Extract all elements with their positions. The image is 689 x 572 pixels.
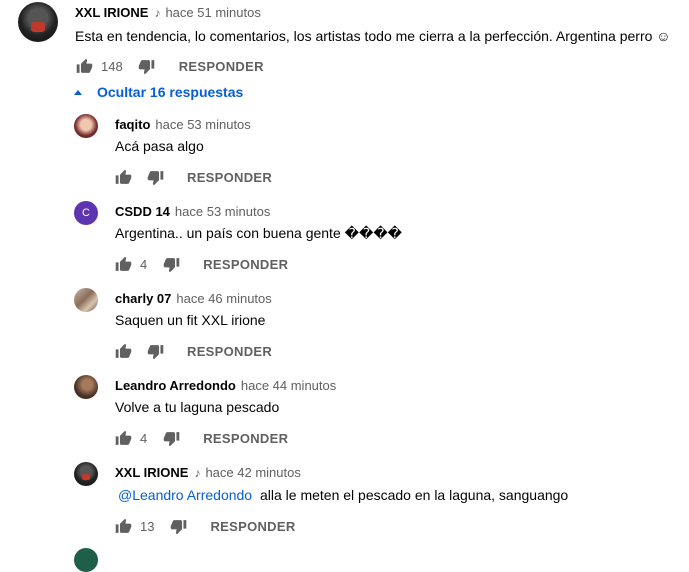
reply-time[interactable]: hace 44 minutos (241, 378, 336, 393)
hide-replies-button[interactable]: Ocultar 16 respuestas (74, 84, 243, 100)
reply-actions: 4 RESPONDER (113, 428, 288, 448)
author-name[interactable]: Leandro Arredondo (115, 378, 236, 393)
thumb-up-icon[interactable] (113, 254, 133, 274)
avatar[interactable] (74, 548, 98, 572)
thumb-down-icon[interactable] (161, 254, 181, 274)
reply-time[interactable]: hace 46 minutos (176, 291, 271, 306)
avatar-letter: C (82, 207, 90, 219)
avatar-image (82, 474, 90, 480)
reply-time[interactable]: hace 42 minutos (205, 465, 300, 480)
reply-text: Argentina.. un país con buena gente ���� (115, 225, 403, 241)
avatar[interactable] (74, 114, 98, 138)
thumb-up-icon[interactable] (113, 516, 133, 536)
comment-author: XXL IRIONE ♪ hace 51 minutos (75, 5, 261, 20)
thumb-up-icon[interactable] (113, 341, 133, 361)
reply-button[interactable]: RESPONDER (210, 519, 295, 534)
avatar-image (31, 22, 45, 32)
reply-author: faqito hace 53 minutos (115, 117, 251, 132)
thumb-down-icon[interactable] (161, 428, 181, 448)
like-count: 4 (140, 430, 148, 446)
reply-text: Saquen un fit XXL irione (115, 312, 266, 328)
music-note-icon: ♪ (194, 465, 201, 480)
author-name[interactable]: charly 07 (115, 291, 171, 306)
reply-author: CSDD 14 hace 53 minutos (115, 204, 270, 219)
author-name[interactable]: XXL IRIONE (75, 5, 148, 20)
comment-actions: 148 RESPONDER (74, 56, 264, 76)
thumb-up-icon[interactable] (74, 56, 94, 76)
thumb-up-icon[interactable] (113, 167, 133, 187)
reply-button[interactable]: RESPONDER (187, 344, 272, 359)
author-name[interactable]: XXL IRIONE (115, 465, 188, 480)
reply-time[interactable]: hace 53 minutos (175, 204, 270, 219)
reply-text: Acá pasa algo (115, 138, 204, 154)
mention-link[interactable]: @Leandro Arredondo (118, 487, 252, 503)
like-count: 148 (101, 58, 123, 74)
hide-replies-label: Ocultar 16 respuestas (97, 84, 244, 100)
reply-actions: RESPONDER (113, 341, 272, 361)
thumb-up-icon[interactable] (113, 428, 133, 448)
reply-actions: 4 RESPONDER (113, 254, 288, 274)
like-count: 4 (140, 256, 148, 272)
reply-actions: 13 RESPONDER (113, 516, 296, 536)
avatar[interactable] (74, 375, 98, 399)
reply-text: Volve a tu laguna pescado (115, 399, 280, 415)
reply-button[interactable]: RESPONDER (179, 59, 264, 74)
thumb-down-icon[interactable] (137, 56, 157, 76)
avatar[interactable]: C (74, 201, 98, 225)
avatar[interactable] (74, 288, 98, 312)
thumb-down-icon[interactable] (168, 516, 188, 536)
reply-actions: RESPONDER (113, 167, 272, 187)
author-name[interactable]: CSDD 14 (115, 204, 170, 219)
reply-button[interactable]: RESPONDER (187, 170, 272, 185)
caret-up-icon (74, 89, 82, 95)
reply-author: charly 07 hace 46 minutos (115, 291, 272, 306)
thumb-down-icon[interactable] (145, 341, 165, 361)
comment-text: Esta en tendencia, lo comentarios, los a… (75, 28, 671, 44)
reply-time[interactable]: hace 53 minutos (155, 117, 250, 132)
comment-time[interactable]: hace 51 minutos (165, 5, 260, 20)
avatar[interactable] (74, 462, 98, 486)
like-count: 13 (140, 518, 155, 534)
thumb-down-icon[interactable] (145, 167, 165, 187)
author-name[interactable]: faqito (115, 117, 150, 132)
reply-text-body: alla le meten el pescado en la laguna, s… (259, 487, 569, 503)
reply-text: @Leandro Arredondo alla le meten el pesc… (118, 487, 568, 503)
avatar[interactable] (18, 2, 58, 42)
music-note-icon: ♪ (154, 5, 161, 20)
reply-button[interactable]: RESPONDER (203, 431, 288, 446)
reply-author: Leandro Arredondo hace 44 minutos (115, 378, 336, 393)
reply-author: XXL IRIONE ♪ hace 42 minutos (115, 465, 301, 480)
reply-button[interactable]: RESPONDER (203, 257, 288, 272)
